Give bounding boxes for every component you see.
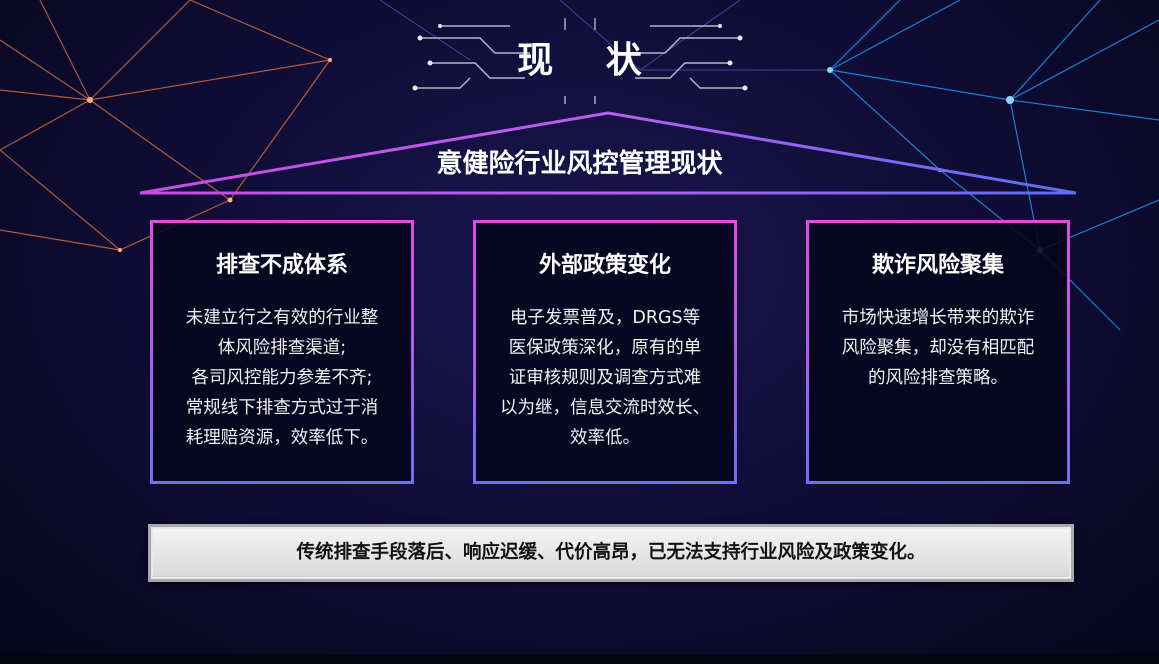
- card-text-line: 未建立行之有效的行业整: [185, 308, 379, 328]
- card-text-line: 风险聚集，却没有相匹配: [841, 338, 1035, 358]
- card-text-line: 常规线下排查方式过于消: [185, 398, 379, 418]
- roof-title: 意健险行业风控管理现状: [436, 149, 723, 179]
- conclusion-banner: 传统排查手段落后、响应迟缓、代价高昂，已无法支持行业风险及政策变化。: [148, 524, 1074, 582]
- card-text-line: 以为继，信息交流时效长、: [500, 398, 710, 418]
- card-body: 电子发票普及，DRGS等 医保政策深化，原有的单 证审核规则及调查方式难 以为继…: [476, 303, 734, 453]
- card-policy-change: 外部政策变化 电子发票普及，DRGS等 医保政策深化，原有的单 证审核规则及调查…: [473, 220, 737, 484]
- card-text-line: 耗理赔资源，效率低下。: [185, 428, 379, 448]
- card-title: 排查不成体系: [215, 253, 348, 278]
- card-text-line: 体风险排查渠道;: [217, 338, 347, 358]
- card-text-line: 各司风控能力参差不齐;: [191, 368, 373, 388]
- card-text-line: 效率低。: [570, 428, 640, 448]
- footer-strip: [0, 654, 1159, 664]
- card-text-line: 的风险排查策略。: [868, 368, 1008, 388]
- card-title: 欺诈风险聚集: [871, 253, 1004, 278]
- slide: 现 状 意健险行业风控管理现状 排查不成体系 未建立行之有效的行业整 体风险排查…: [0, 0, 1159, 664]
- card-text-line: 医保政策深化，原有的单: [508, 338, 702, 358]
- card-body: 市场快速增长带来的欺诈 风险聚集，却没有相匹配 的风险排查策略。: [809, 303, 1067, 393]
- card-inspection-system: 排查不成体系 未建立行之有效的行业整 体风险排查渠道; 各司风控能力参差不齐; …: [150, 220, 414, 484]
- card-fraud-risk: 欺诈风险聚集 市场快速增长带来的欺诈 风险聚集，却没有相匹配 的风险排查策略。: [806, 220, 1070, 484]
- card-text-line: 证审核规则及调查方式难: [508, 368, 702, 388]
- card-body: 未建立行之有效的行业整 体风险排查渠道; 各司风控能力参差不齐; 常规线下排查方…: [153, 303, 411, 453]
- card-text-line: 市场快速增长带来的欺诈: [841, 308, 1035, 328]
- card-title: 外部政策变化: [538, 253, 671, 278]
- card-text-line: 电子发票普及，DRGS等: [509, 308, 701, 328]
